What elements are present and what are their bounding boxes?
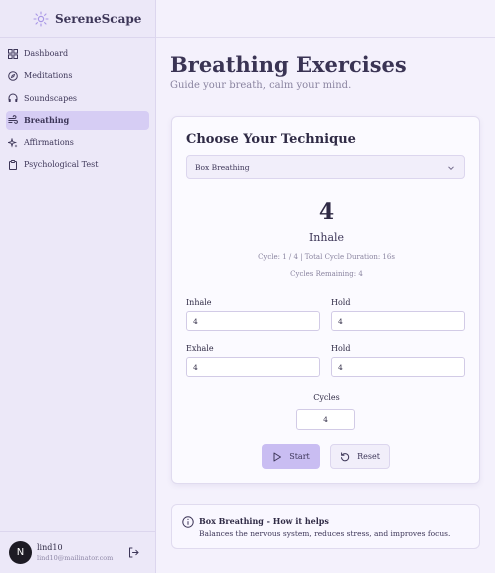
sidebar-item-label: Affirmations	[24, 138, 74, 148]
sidebar-item-soundscapes[interactable]: Soundscapes	[6, 89, 149, 108]
user-name: lind10	[37, 543, 63, 552]
play-icon	[273, 452, 282, 461]
top-bar	[156, 0, 495, 38]
reset-button[interactable]: Reset	[330, 444, 390, 469]
cycles-remaining: Cycles Remaining: 4	[290, 270, 363, 278]
info-description: Balances the nervous system, reduces str…	[199, 529, 451, 538]
grid-icon	[8, 48, 18, 59]
avatar: N	[9, 541, 32, 564]
technique-select-value: Box Breathing	[195, 162, 250, 172]
info-title: Box Breathing - How it helps	[199, 516, 329, 526]
cycle-info: Cycle: 1 / 4 | Total Cycle Duration: 16s	[258, 253, 395, 261]
page-subtitle: Guide your breath, calm your mind.	[170, 80, 352, 91]
sidebar-item-meditations[interactable]: Meditations	[6, 66, 149, 85]
page-header: Breathing Exercises Guide your breath, c…	[170, 52, 481, 91]
sparkles-icon	[8, 137, 18, 148]
chevron-down-icon	[448, 166, 454, 171]
technique-select[interactable]: Box Breathing	[186, 155, 465, 179]
exhale-label: Exhale	[186, 344, 214, 353]
start-button[interactable]: Start	[262, 444, 320, 469]
sidebar-item-label: Soundscapes	[24, 93, 78, 103]
technique-heading: Choose Your Technique	[186, 132, 356, 147]
reset-icon	[341, 451, 350, 461]
headphones-icon	[8, 93, 18, 103]
hold-label: Hold	[331, 298, 351, 307]
exhale-input[interactable]: 4	[186, 357, 320, 377]
sidebar-item-label: Breathing	[24, 115, 70, 126]
hold-after-exhale-label: Hold	[331, 344, 351, 353]
technique-info-card: Box Breathing - How it helps Balances th…	[171, 504, 480, 549]
info-icon	[182, 516, 194, 528]
wind-icon	[8, 115, 18, 125]
logout-icon[interactable]	[128, 547, 139, 558]
cycles-input[interactable]: 4	[296, 409, 355, 430]
compass-icon	[8, 70, 18, 81]
hold-input[interactable]: 4	[331, 311, 465, 331]
brand[interactable]: SereneScape	[0, 0, 155, 38]
inhale-label: Inhale	[186, 298, 212, 307]
inhale-input[interactable]: 4	[186, 311, 320, 331]
start-button-label: Start	[289, 452, 310, 461]
technique-card: Choose Your Technique Box Breathing 4 In…	[171, 116, 480, 484]
sidebar-item-label: Dashboard	[24, 49, 69, 58]
sidebar: SereneScape Dashboard Meditations Sounds…	[0, 0, 156, 573]
sidebar-item-affirmations[interactable]: Affirmations	[6, 133, 149, 152]
user-profile[interactable]: N lind10 lind10@mailinator.com	[0, 531, 156, 573]
user-email: lind10@mailinator.com	[37, 554, 114, 562]
clipboard-icon	[9, 160, 17, 170]
breath-phase: Inhale	[308, 231, 345, 244]
lotus-sun-icon	[33, 10, 49, 27]
sidebar-nav: Dashboard Meditations Soundscapes Breath…	[0, 38, 155, 174]
reset-button-label: Reset	[357, 452, 380, 461]
sidebar-item-dashboard[interactable]: Dashboard	[6, 44, 149, 63]
cycles-label: Cycles	[313, 393, 340, 402]
sidebar-item-label: Meditations	[24, 71, 73, 81]
sidebar-item-breathing[interactable]: Breathing	[6, 110, 149, 130]
brand-name: SereneScape	[55, 11, 142, 26]
sidebar-item-psychological-test[interactable]: Psychological Test	[6, 155, 149, 174]
page-title: Breathing Exercises	[170, 52, 407, 77]
breath-counter: 4	[318, 199, 335, 225]
sidebar-item-label: Psychological Test	[24, 160, 99, 170]
hold-after-exhale-input[interactable]: 4	[331, 357, 465, 377]
